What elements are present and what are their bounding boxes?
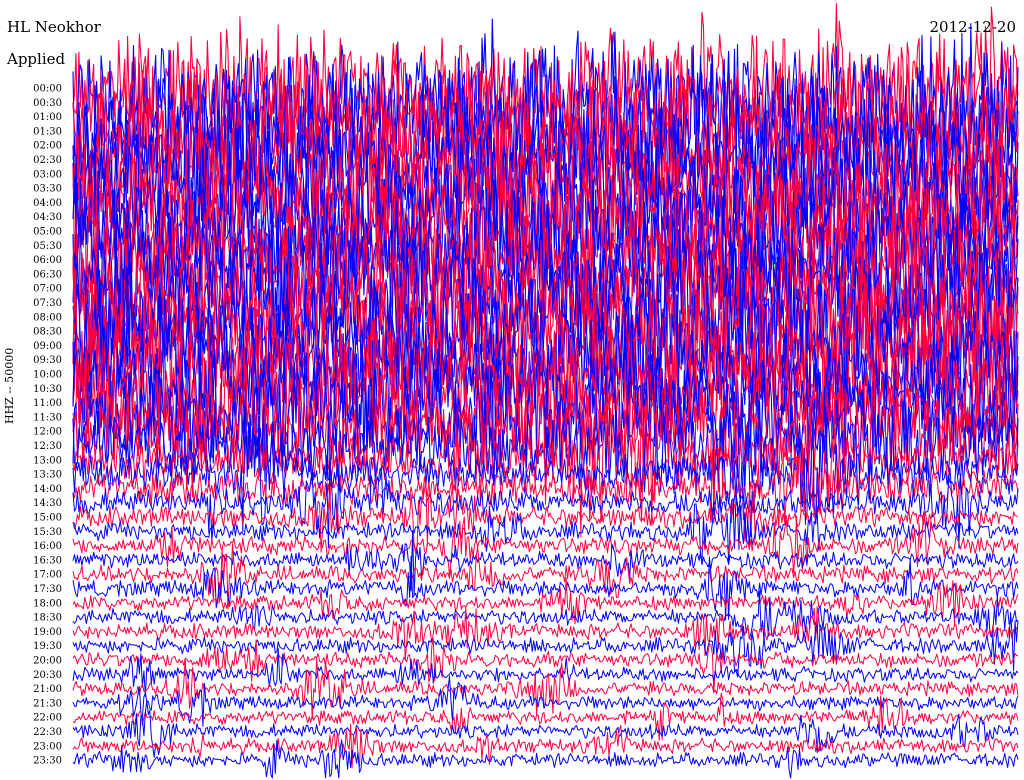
trace-line-2030 [72,647,1019,697]
time-tick-label: 00:00 [33,84,62,95]
time-tick-label: 14:30 [33,498,62,509]
time-tick-label: 16:30 [33,555,62,566]
time-tick-label: 02:30 [33,155,62,166]
time-tick-label: 05:00 [33,227,62,238]
time-tick-label: 17:30 [33,584,62,595]
time-tick-label: 20:00 [33,656,62,667]
time-tick-label: 00:30 [33,98,62,109]
time-tick-label: 22:00 [33,713,62,724]
time-tick-label: 04:30 [33,212,62,223]
time-tick-label: 14:00 [33,484,62,495]
time-tick-label: 19:30 [33,641,62,652]
trace-line-2230 [72,699,1019,758]
station-title: HL Neokhor [7,18,101,36]
trace-line-2100 [72,657,1019,720]
time-tick-label: 15:00 [33,513,62,524]
channel-axis-label: HHZ -- 50000 [3,347,16,424]
time-tick-label: 22:30 [33,727,62,738]
time-tick-label: 07:30 [33,298,62,309]
time-tick-label: 07:00 [33,284,62,295]
time-tick-label: 09:00 [33,341,62,352]
time-tick-label: 12:00 [33,427,62,438]
time-tick-label: 05:30 [33,241,62,252]
trace-line-1730 [72,555,1019,621]
time-tick-label: 20:30 [33,670,62,681]
time-tick-label: 13:00 [33,455,62,466]
time-tick-label: 06:30 [33,269,62,280]
time-tick-label: 09:30 [33,355,62,366]
time-tick-label: 06:00 [33,255,62,266]
helicorder-plot: 00:00 00:30 01:00 01:30 02:00 02:30 03:00 03:30… [33,3,1019,779]
trace-group [72,3,1019,779]
time-tick-label: 23:00 [33,741,62,752]
time-tick-label: 16:00 [33,541,62,552]
time-tick-label: 11:00 [33,398,62,409]
time-tick-label: 19:00 [33,627,62,638]
time-tick-label: 01:00 [33,112,62,123]
time-tick-label: 03:30 [33,184,62,195]
time-tick-label: 12:30 [33,441,62,452]
time-tick-label: 08:00 [33,312,62,323]
time-tick-label: 21:30 [33,698,62,709]
time-tick-label: 04:00 [33,198,62,209]
time-tick-label: 21:00 [33,684,62,695]
time-tick-label: 23:30 [33,756,62,767]
time-tick-label: 18:00 [33,598,62,609]
time-tick-label: 02:00 [33,141,62,152]
time-tick-label: 01:30 [33,126,62,137]
time-tick-label: 11:30 [33,412,62,423]
time-tick-label: 08:30 [33,327,62,338]
time-tick-label: 15:30 [33,527,62,538]
time-tick-label: 03:00 [33,169,62,180]
time-tick-label: 10:30 [33,384,62,395]
time-tick-label: 17:00 [33,570,62,581]
date-label: 2012-12-20 [929,18,1016,36]
time-tick-label: 13:30 [33,470,62,481]
time-tick-labels: 00:00 00:30 01:00 01:30 02:00 02:30 03:00 03:30… [33,84,62,767]
time-tick-label: 18:30 [33,613,62,624]
time-tick-label: 10:00 [33,370,62,381]
filter-label: Applied [7,50,66,68]
